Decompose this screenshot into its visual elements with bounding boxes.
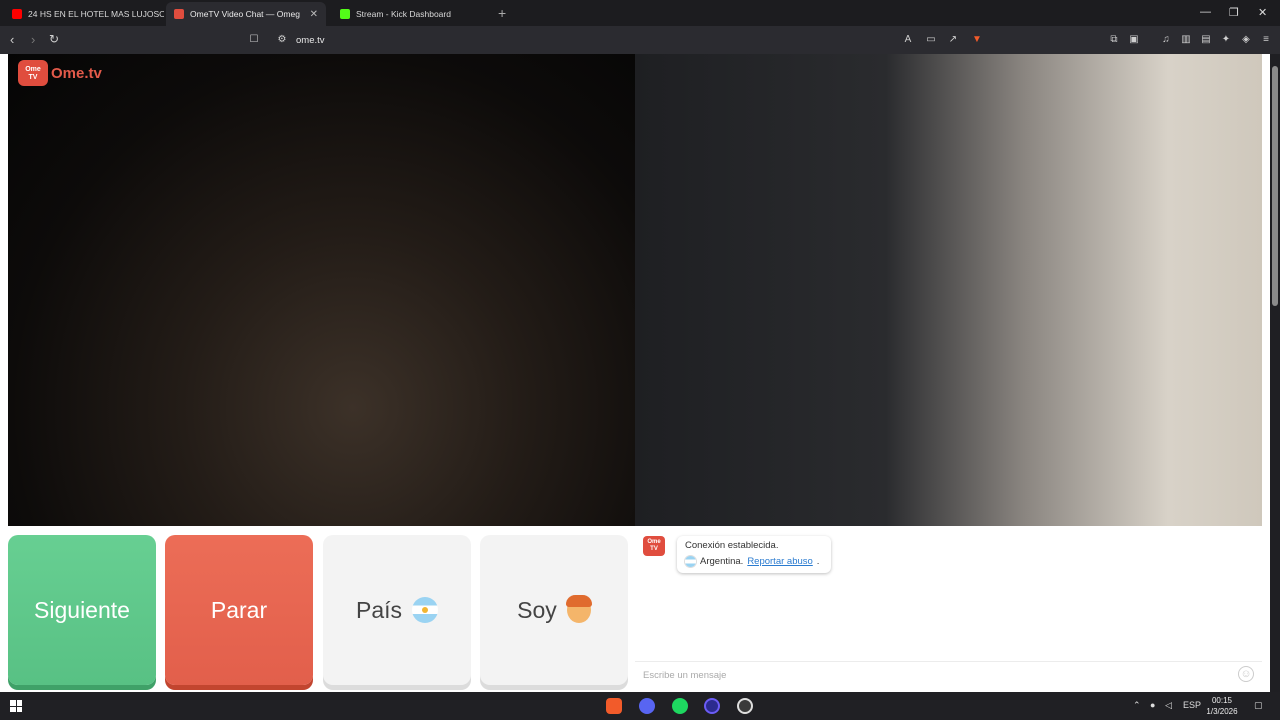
time: 00:15 xyxy=(1211,696,1233,705)
stranger-video: Ome TV Ome.tv xyxy=(8,54,635,526)
chat-panel: Ome TV Conexión establecida. Argentina. R… xyxy=(635,526,1262,692)
obs-icon[interactable] xyxy=(737,698,753,714)
stop-button-label: Parar xyxy=(210,596,268,623)
back-icon[interactable]: ‹ xyxy=(10,32,14,47)
stop-button[interactable]: Parar xyxy=(165,535,313,685)
self-video xyxy=(635,54,1262,526)
message-input[interactable]: Escribe un mensaje xyxy=(635,661,1262,689)
menu-icon[interactable]: ≡ xyxy=(1260,34,1272,46)
close-icon[interactable]: ✕ xyxy=(310,9,318,20)
microphone-icon[interactable]: ● xyxy=(1150,700,1155,710)
app-icon[interactable] xyxy=(704,698,720,714)
tab-kick[interactable]: Stream - Kick Dashboard xyxy=(332,2,492,26)
tab-ometv[interactable]: OmeTV Video Chat — Omeg ✕ xyxy=(166,2,326,26)
ometv-page: Ome TV Ome.tv Siguiente Parar País Soy Om… xyxy=(0,54,1270,692)
url-text: ome.tv xyxy=(296,34,325,46)
country-button[interactable]: País xyxy=(323,535,471,685)
tab-youtube[interactable]: 24 HS EN EL HOTEL MAS LUJOSO DE xyxy=(4,2,164,26)
system-message: Conexión establecida. Argentina. Reporta… xyxy=(677,536,831,573)
forward-icon[interactable]: › xyxy=(31,32,35,47)
leo-ai-icon[interactable]: ✦ xyxy=(1220,34,1232,46)
page-scrollbar[interactable] xyxy=(1270,54,1280,692)
ometv-logo-badge: Ome TV xyxy=(18,60,48,86)
next-button-label: Siguiente xyxy=(34,596,130,623)
ometv-icon xyxy=(174,9,184,19)
bookmark-icon[interactable]: ☐ xyxy=(248,34,260,46)
tray-chevron-icon[interactable]: ⌃ xyxy=(1133,700,1141,711)
restore-icon[interactable]: ❐ xyxy=(1229,6,1239,19)
logo-text: Ome.tv xyxy=(51,64,102,82)
browser-toolbar: ‹ › ↻ ☐ ⚙ ome.tv A ▭ ↗ ▼ ⧉ ▣ ♫ ▥ ▤ ✦ ◈ ≡ xyxy=(0,26,1280,54)
connection-status: Conexión establecida. xyxy=(685,540,779,551)
media-icon[interactable]: ♫ xyxy=(1160,34,1172,46)
translate-icon[interactable]: A xyxy=(902,34,914,46)
language-indicator[interactable]: ESP xyxy=(1183,700,1201,710)
country-button-label: País xyxy=(355,596,403,623)
date: 1/3/2026 xyxy=(1206,707,1238,716)
browser-tab-bar: 24 HS EN EL HOTEL MAS LUJOSO DE OmeTV Vi… xyxy=(0,0,1280,26)
message-placeholder: Escribe un mensaje xyxy=(643,670,727,681)
scroll-thumb[interactable] xyxy=(1272,66,1278,306)
notifications-icon[interactable]: ▢ xyxy=(1254,700,1263,711)
address-bar[interactable]: ⚙ ome.tv xyxy=(270,30,990,50)
vpn-icon[interactable]: ◈ xyxy=(1240,34,1252,46)
boy-face-icon xyxy=(565,595,592,623)
screenshot-icon[interactable]: ▣ xyxy=(1128,34,1140,46)
gender-button[interactable]: Soy xyxy=(480,535,628,685)
spotify-icon[interactable] xyxy=(672,698,688,714)
emoji-icon[interactable]: ☺ xyxy=(1238,666,1254,682)
sidebar-icon[interactable]: ▥ xyxy=(1180,34,1192,46)
volume-icon[interactable]: ◁ xyxy=(1165,700,1172,711)
tab-title: 24 HS EN EL HOTEL MAS LUJOSO DE xyxy=(28,9,164,19)
cast-icon[interactable]: ▭ xyxy=(925,34,937,46)
report-abuse-link[interactable]: Reportar abuso xyxy=(747,556,812,567)
tab-title: OmeTV Video Chat — Omeg xyxy=(190,9,300,19)
clock[interactable]: 00:15 1/3/2026 xyxy=(1202,695,1242,717)
ometv-logo[interactable]: Ome TV Ome.tv xyxy=(18,60,102,86)
period: . xyxy=(816,556,820,567)
share-icon[interactable]: ↗ xyxy=(947,34,959,46)
reload-icon[interactable]: ↻ xyxy=(49,32,59,46)
ometv-chat-icon: Ome TV xyxy=(643,536,665,556)
country-name: Argentina. xyxy=(700,556,744,567)
minimize-icon[interactable]: — xyxy=(1200,6,1211,18)
gender-button-label: Soy xyxy=(517,596,557,623)
wallet-icon[interactable]: ▤ xyxy=(1200,34,1212,46)
tab-title: Stream - Kick Dashboard xyxy=(356,9,451,19)
argentina-flag-icon xyxy=(412,597,439,623)
start-icon[interactable] xyxy=(10,700,22,712)
windows-taskbar: ⌃ ● ◁ ESP 00:15 1/3/2026 ▢ xyxy=(0,692,1280,720)
new-tab-button[interactable]: + xyxy=(498,5,506,21)
brave-shields-icon[interactable]: ▼ xyxy=(971,34,983,46)
site-settings-icon[interactable]: ⚙ xyxy=(276,34,288,46)
next-button[interactable]: Siguiente xyxy=(8,535,156,685)
discord-icon[interactable] xyxy=(639,698,655,714)
extensions-icon[interactable]: ⧉ xyxy=(1108,34,1120,46)
close-window-icon[interactable]: ✕ xyxy=(1258,6,1267,19)
youtube-icon xyxy=(12,9,22,19)
argentina-flag-icon xyxy=(685,556,696,567)
brave-icon[interactable] xyxy=(606,698,622,714)
kick-icon xyxy=(340,9,350,19)
